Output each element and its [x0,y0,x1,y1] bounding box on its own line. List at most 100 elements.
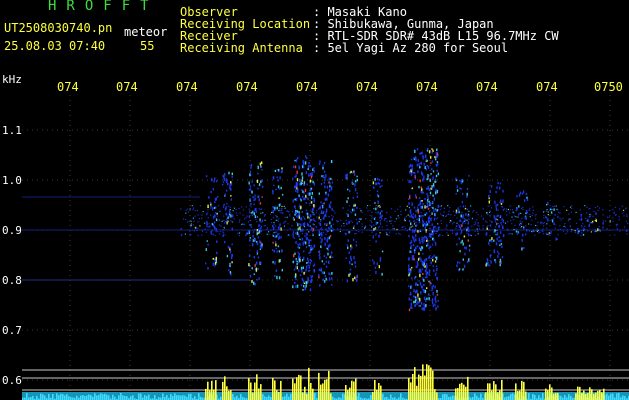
signal-pixel [214,262,217,265]
signal-pixel [319,214,321,216]
signal-pixel [292,233,294,236]
signal-pixel [470,205,472,207]
signal-pixel [377,212,379,214]
amplitude-bar [306,393,308,400]
signal-pixel [249,173,251,177]
signal-pixel [546,233,548,235]
signal-pixel [289,227,291,230]
signal-pixel [194,215,196,217]
signal-pixel [305,202,307,204]
signal-pixel [410,209,412,211]
signal-pixel [403,225,405,228]
signal-pixel [258,277,260,280]
signal-pixel [412,213,414,215]
signal-pixel [486,221,488,223]
signal-pixel [226,218,228,220]
signal-pixel [354,276,356,279]
signal-pixel [496,186,498,189]
amplitude-bar [351,380,353,400]
signal-pixel [294,275,297,278]
x-tick: 074 [296,80,318,94]
signal-pixel [273,222,275,224]
signal-pixel [525,210,528,214]
signal-pixel [273,226,275,230]
signal-pixel [188,221,190,223]
signal-pixel [253,230,255,232]
signal-pixel [521,239,523,242]
signal-pixel [307,197,309,201]
signal-pixel [302,228,304,232]
signal-pixel [349,171,352,174]
signal-pixel [609,221,611,223]
signal-pixel [297,223,299,227]
signal-pixel [312,213,314,215]
amplitude-bar [378,383,380,400]
signal-pixel [418,246,421,250]
signal-pixel [241,206,243,208]
amplitude-bar [304,386,306,400]
signal-pixel [414,276,416,280]
signal-pixel [336,221,338,223]
signal-pixel [428,272,430,276]
signal-pixel [327,230,329,233]
signal-pixel [513,215,515,217]
amplitude-bar [465,386,467,400]
signal-pixel [251,280,253,283]
signal-pixel [422,224,424,227]
amplitude-bar [372,391,374,400]
signal-pixel [427,207,430,210]
signal-pixel [431,160,434,163]
signal-pixel [521,221,523,223]
signal-pixel [598,228,600,230]
signal-pixel [559,228,562,230]
amplitude-bar [581,392,583,400]
signal-pixel [499,216,501,218]
signal-pixel [414,304,416,307]
x-tick: 074 [236,80,258,94]
signal-pixel [442,215,444,217]
signal-pixel [263,215,266,217]
signal-pixel [414,216,416,218]
x-tick: 074 [536,80,558,94]
signal-pixel [302,159,304,163]
amplitude-bar [108,395,110,400]
signal-pixel [224,173,226,176]
signal-pixel [299,238,301,241]
signal-pixel [275,219,277,221]
signal-pixel [615,214,617,216]
signal-pixel [455,179,458,182]
signal-pixel [396,228,398,231]
signal-pixel [568,213,570,215]
signal-pixel [361,226,363,228]
signal-pixel [318,192,320,195]
signal-pixel [437,217,439,219]
signal-pixel [272,191,274,195]
signal-pixel [384,217,386,220]
amplitude-bar [591,389,593,400]
signal-pixel [497,182,499,185]
amplitude-bar [517,391,519,400]
signal-pixel [548,233,550,235]
signal-pixel [222,183,224,186]
signal-pixel [300,284,303,287]
signal-pixel [472,211,474,213]
signal-pixel [415,224,417,226]
signal-pixel [348,221,351,223]
signal-pixel [253,273,255,275]
signal-pixel [408,179,410,184]
signal-pixel [401,226,403,228]
signal-pixel [327,244,330,248]
signal-pixel [560,219,562,221]
signal-pixel [574,230,576,232]
signal-pixel [424,197,426,201]
signal-pixel [408,165,411,168]
signal-pixel [189,224,191,226]
signal-pixel [346,215,349,217]
signal-pixel [537,221,539,223]
signal-pixel [184,233,186,235]
signal-pixel [540,222,542,224]
signal-pixel [409,215,411,218]
signal-pixel [577,228,579,231]
amplitude-bar [455,388,457,400]
signal-pixel [259,224,261,226]
